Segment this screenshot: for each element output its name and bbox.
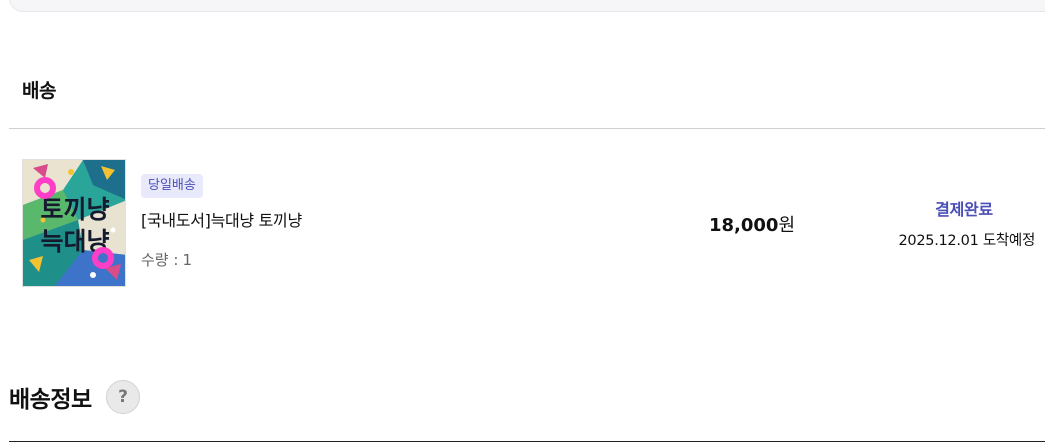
quantity-value: 1 xyxy=(182,251,192,269)
delivery-section-title: 배송 xyxy=(22,80,56,102)
price-unit: 원 xyxy=(778,215,796,236)
section-divider xyxy=(9,128,1045,129)
quantity: 수량 :1 xyxy=(141,249,192,270)
section-bottom-rule xyxy=(9,441,1045,442)
book-cover-art: 토끼냥 늑대냥 xyxy=(23,160,125,286)
help-icon-glyph: ? xyxy=(118,387,128,407)
price-amount: 18,000 xyxy=(709,215,779,236)
help-icon[interactable]: ? xyxy=(106,380,140,414)
quantity-label: 수량 : xyxy=(141,251,179,269)
svg-text:토끼냥: 토끼냥 xyxy=(40,195,109,224)
same-day-delivery-badge: 당일배송 xyxy=(141,174,203,198)
item-price: 18,000원 xyxy=(709,211,795,237)
book-cover-image[interactable]: 토끼냥 늑대냥 xyxy=(22,159,126,287)
arrival-date: 2025.12.01 도착예정 xyxy=(898,233,1036,249)
previous-section-box xyxy=(9,0,1045,12)
shipping-info-title: 배송정보 xyxy=(9,387,92,413)
product-title[interactable]: [국내도서]늑대냥 토끼냥 xyxy=(141,207,302,231)
payment-status: 결제완료 xyxy=(935,200,993,219)
